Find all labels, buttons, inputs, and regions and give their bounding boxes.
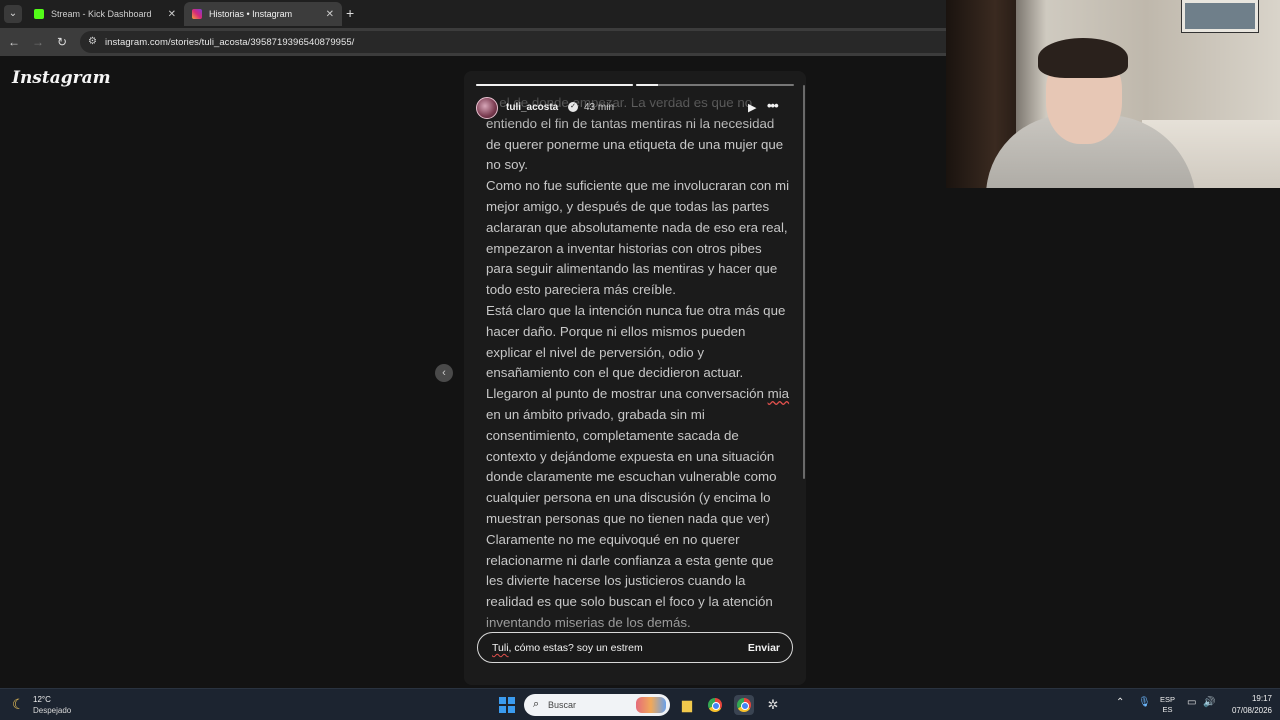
site-info-icon[interactable]: ⚙ (88, 36, 97, 47)
weather-temperature[interactable]: 12°C (33, 695, 51, 704)
tab-search-button[interactable]: ⌄ (4, 5, 22, 23)
misspelled-word: Tuli (492, 642, 509, 654)
send-button[interactable]: Enviar (748, 642, 780, 654)
story-viewer[interactable]: …el de donde empezar. La verdad es que n… (464, 71, 806, 685)
input-language[interactable]: ESP ES (1160, 695, 1175, 715)
instagram-logo[interactable]: Instagram (12, 68, 111, 88)
instagram-favicon-icon (192, 9, 202, 19)
story-paragraph: Está claro que la intención nunca fue ot… (486, 302, 786, 381)
play-icon[interactable]: ▶ (748, 101, 756, 114)
language-code: ESP (1160, 695, 1176, 704)
story-progress-bar (476, 84, 794, 86)
url-text: instagram.com/stories/tuli_acosta/395871… (105, 37, 355, 48)
progress-segment (636, 84, 794, 86)
tab-title: Stream - Kick Dashboard (51, 9, 152, 19)
reply-text-run: , cómo estas? soy un estrem (508, 642, 643, 654)
progress-fill (636, 84, 659, 86)
webcam-background-picture (1181, 0, 1259, 33)
microphone-icon[interactable]: 🎙 (1138, 697, 1151, 708)
network-icon[interactable]: ▭ (1187, 697, 1196, 708)
story-timestamp: 43 min (584, 102, 615, 113)
avatar[interactable] (476, 97, 498, 119)
forward-arrow-icon[interactable]: → (30, 34, 46, 50)
app-icon[interactable]: ✲ (763, 695, 783, 715)
close-tab-icon[interactable]: ✕ (168, 9, 176, 20)
misspelled-word: mia (767, 386, 790, 402)
webcam-overlay (946, 0, 1280, 188)
clock-date[interactable]: 07/08/2026 (1222, 706, 1272, 715)
reply-input-value[interactable]: Tuli, cómo estas? soy un estrem (492, 642, 643, 654)
taskbar-search[interactable]: ⌕ Buscar (524, 694, 670, 716)
search-placeholder: Buscar (548, 700, 577, 710)
story-paragraph: Como no fue suficiente que me involucrar… (486, 178, 790, 298)
webcam-person-hair (1038, 38, 1128, 78)
moon-weather-icon[interactable]: ☾ (12, 696, 25, 713)
new-tab-button[interactable]: + (346, 5, 354, 21)
tab-title: Historias • Instagram (209, 9, 293, 19)
windows-taskbar: ☾ 12°C Despejado ⌕ Buscar ▆ ✲ ⌃ 🎙 ESP ES … (0, 688, 1280, 720)
previous-story-button[interactable]: ‹ (435, 364, 453, 382)
verified-badge-icon: ✓ (568, 102, 578, 112)
close-tab-icon[interactable]: ✕ (326, 9, 334, 20)
tab-kick-dashboard[interactable]: Stream - Kick Dashboard ✕ (26, 2, 184, 26)
story-paragraph: Llegaron al punto de mostrar una convers… (486, 384, 791, 530)
file-explorer-icon[interactable]: ▆ (677, 695, 697, 715)
chrome-icon[interactable] (705, 695, 725, 715)
progress-segment (476, 84, 633, 86)
story-username[interactable]: tuli_acosta (506, 102, 558, 113)
address-bar[interactable]: ⚙ instagram.com/stories/tuli_acosta/3958… (80, 31, 1020, 53)
search-highlight-image (636, 697, 666, 713)
chrome-active-window-icon[interactable] (734, 695, 754, 715)
story-scrollbar[interactable] (803, 85, 805, 479)
story-text-run: Llegaron al punto de mostrar una convers… (486, 386, 764, 402)
clock-time[interactable]: 19:17 (1232, 694, 1272, 703)
more-options-icon[interactable]: ••• (767, 98, 779, 113)
reload-icon[interactable]: ↻ (54, 34, 70, 50)
story-header: tuli_acosta ✓ 43 min ▶ ••• (476, 97, 794, 119)
kick-favicon-icon (34, 9, 44, 19)
back-arrow-icon[interactable]: ← (6, 34, 22, 50)
progress-fill (476, 84, 633, 86)
volume-icon[interactable]: 🔊 (1203, 697, 1215, 708)
tab-instagram-stories[interactable]: Historias • Instagram ✕ (184, 2, 342, 26)
reply-input[interactable]: Tuli, cómo estas? soy un estrem Enviar (477, 632, 793, 663)
windows-start-icon[interactable] (499, 697, 515, 713)
search-icon: ⌕ (533, 698, 540, 710)
weather-description[interactable]: Despejado (33, 706, 71, 715)
story-text: …el de donde empezar. La verdad es que n… (486, 93, 791, 634)
keyboard-layout: ES (1162, 705, 1173, 714)
chevron-up-icon[interactable]: ⌃ (1116, 697, 1124, 708)
story-text-run: en un ámbito privado, grabada sin mi con… (486, 406, 777, 526)
